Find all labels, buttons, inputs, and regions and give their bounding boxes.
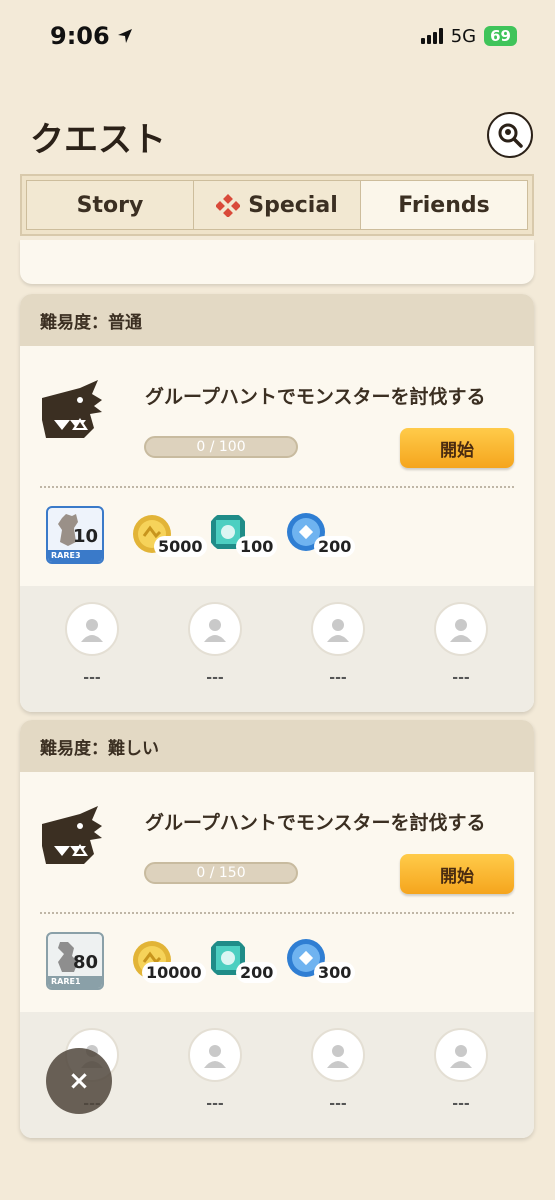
reward-amount: 200: [314, 536, 356, 557]
participant-name: ---: [206, 670, 224, 686]
status-time: 9:06: [50, 22, 134, 50]
tab-story-label: Story: [76, 192, 144, 218]
participant-slot[interactable]: ---: [431, 602, 491, 686]
reward-amount: 300: [314, 962, 356, 983]
reward-monster-badge[interactable]: 80 RARE1: [46, 932, 104, 990]
person-icon: [81, 619, 103, 642]
difficulty-header: 難易度：普通: [20, 294, 534, 346]
quest-title: グループハントでモンスターを討伐する: [145, 386, 486, 408]
reward-amount: 200: [236, 962, 278, 983]
participant-name: ---: [206, 1096, 224, 1112]
difficulty-header: 難易度：難しい: [20, 720, 534, 772]
signal-icon: [420, 28, 443, 44]
rewards-row: 80 RARE1 10000 200 300: [20, 932, 534, 996]
search-friend-button[interactable]: [487, 112, 533, 158]
start-button[interactable]: 開始: [400, 428, 514, 468]
tab-special[interactable]: Special: [194, 181, 361, 229]
progress-text: 0 / 100: [196, 439, 246, 455]
monster-hunt-icon: [42, 380, 102, 438]
monster-hunt-icon: [42, 806, 102, 864]
close-icon: ×: [68, 1066, 90, 1096]
start-button[interactable]: 開始: [400, 854, 514, 894]
participant-slot[interactable]: ---: [185, 1028, 245, 1112]
person-icon: [450, 1045, 472, 1068]
avatar: [311, 1028, 365, 1082]
person-icon: [327, 619, 349, 642]
person-icon: [327, 1045, 349, 1068]
participant-slot[interactable]: ---: [185, 602, 245, 686]
status-indicators: 5G 69: [420, 25, 517, 47]
participants-panel: --- --- --- ---: [20, 586, 534, 712]
badge-rarity: RARE1: [48, 976, 102, 988]
reward-crystal[interactable]: 300: [286, 932, 366, 992]
avatar: [188, 602, 242, 656]
participant-slot[interactable]: ---: [308, 1028, 368, 1112]
participant-name: ---: [83, 670, 101, 686]
badge-rarity: RARE3: [48, 550, 102, 562]
reward-gem[interactable]: 200: [208, 932, 288, 992]
quest-tabs: Story Special Friends: [20, 174, 534, 236]
reward-monster-badge[interactable]: 10 RARE3: [46, 506, 104, 564]
battery-level: 69: [490, 27, 511, 45]
participant-slot[interactable]: ---: [308, 602, 368, 686]
quest-progress-bar: 0 / 150: [144, 862, 298, 884]
badge-level: 80: [72, 952, 98, 973]
battery-icon: 69: [484, 26, 517, 46]
person-icon: [450, 619, 472, 642]
close-button[interactable]: ×: [46, 1048, 112, 1114]
location-arrow-icon: [117, 29, 132, 43]
person-icon: [204, 619, 226, 642]
quest-card: 難易度：普通 グループハントでモンスターを討伐する 0 / 100 開始 10 …: [20, 294, 534, 712]
avatar: [434, 1028, 488, 1082]
divider: [40, 486, 514, 488]
tab-story[interactable]: Story: [27, 181, 194, 229]
status-bar: 9:06 5G 69: [0, 0, 555, 72]
quest-progress-bar: 0 / 100: [144, 436, 298, 458]
time-text: 9:06: [50, 22, 110, 50]
participant-name: ---: [329, 1096, 347, 1112]
special-diamond-icon: [216, 194, 241, 217]
participant-name: ---: [329, 670, 347, 686]
avatar: [434, 602, 488, 656]
avatar: [311, 602, 365, 656]
reward-crystal[interactable]: 200: [286, 506, 366, 566]
page-title: クエスト: [30, 120, 166, 160]
participant-slot[interactable]: ---: [62, 602, 122, 686]
rewards-row: 10 RARE3 5000 100 200: [20, 506, 534, 570]
tab-special-label: Special: [248, 192, 338, 218]
search-magnifier-icon: [498, 123, 523, 148]
reward-amount: 5000: [154, 536, 207, 557]
participant-name: ---: [452, 1096, 470, 1112]
tab-friends[interactable]: Friends: [361, 181, 527, 229]
participant-name: ---: [452, 670, 470, 686]
reward-amount: 10000: [142, 962, 206, 983]
avatar: [188, 1028, 242, 1082]
avatar: [65, 602, 119, 656]
previous-card-edge: [20, 240, 534, 284]
progress-text: 0 / 150: [196, 865, 246, 881]
divider: [40, 912, 514, 914]
tab-friends-label: Friends: [398, 192, 490, 218]
participant-slot[interactable]: ---: [431, 1028, 491, 1112]
badge-level: 10: [72, 526, 98, 547]
person-icon: [204, 1045, 226, 1068]
network-label: 5G: [450, 25, 477, 47]
quest-title: グループハントでモンスターを討伐する: [145, 812, 486, 834]
reward-amount: 100: [236, 536, 278, 557]
reward-gem[interactable]: 100: [208, 506, 288, 566]
